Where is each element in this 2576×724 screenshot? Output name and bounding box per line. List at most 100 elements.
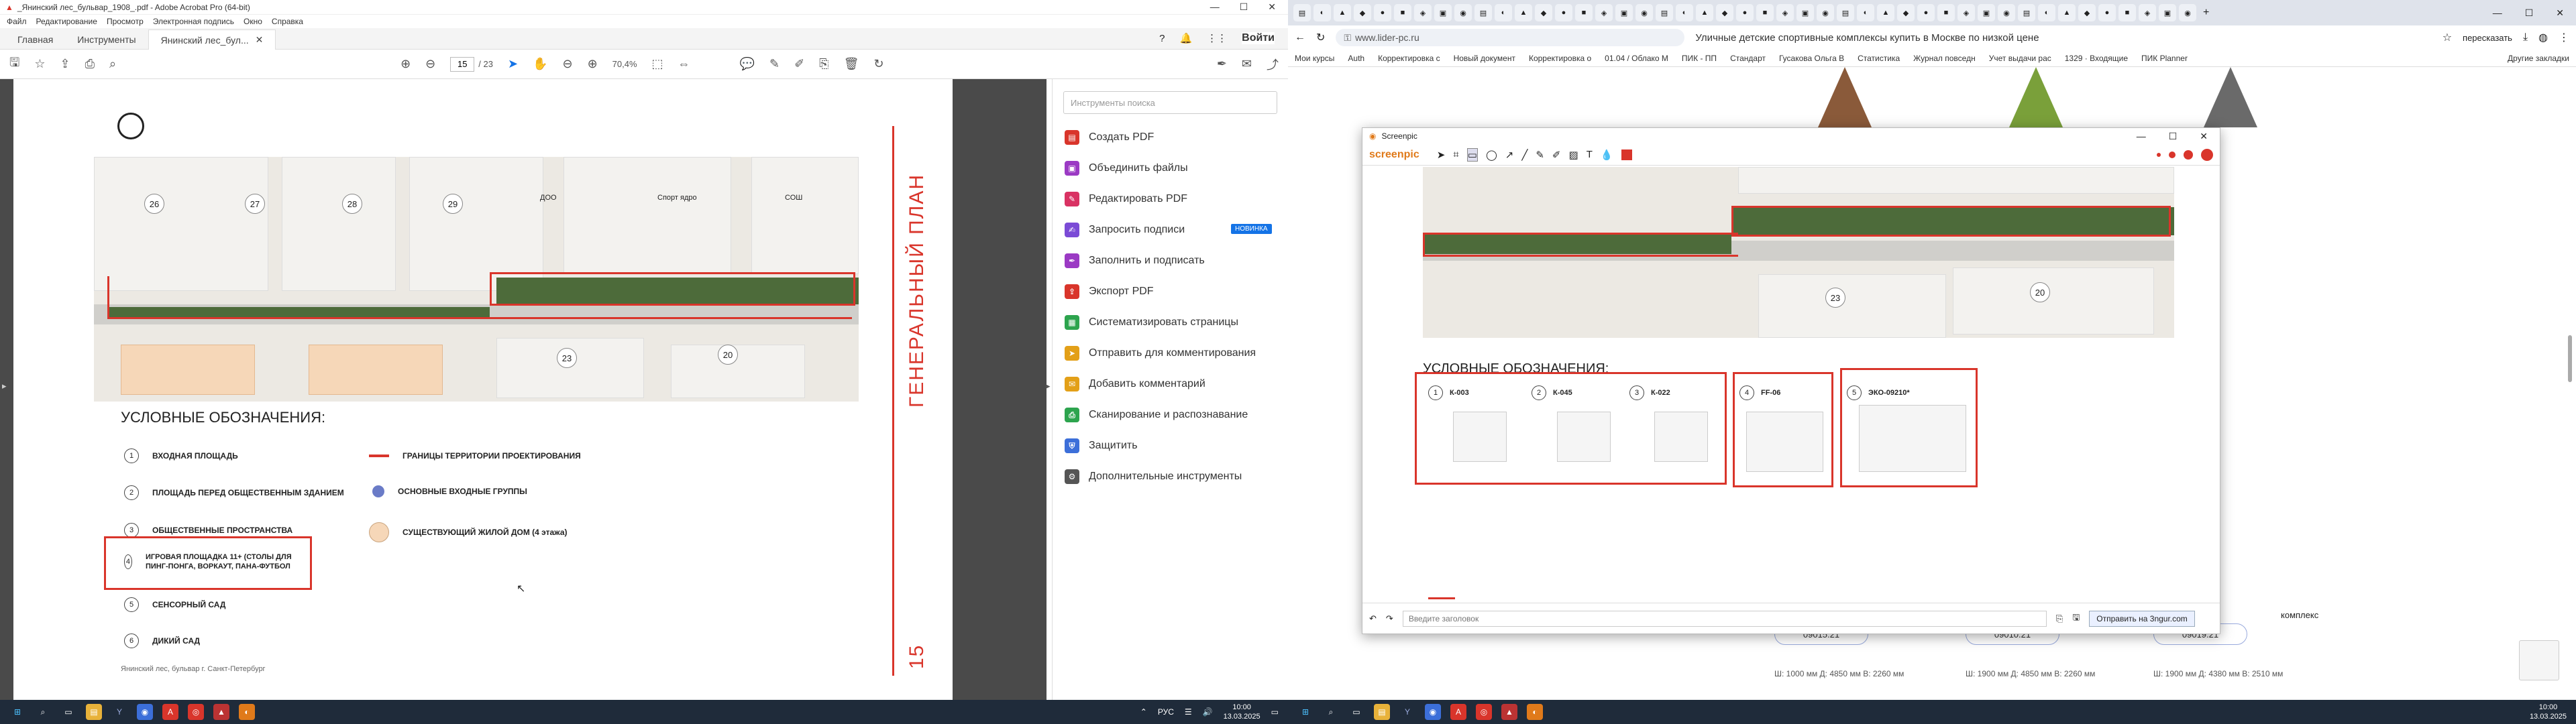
menu-help[interactable]: Справка [272, 17, 303, 26]
search-icon[interactable]: ⌕ [109, 57, 116, 71]
browser-tab[interactable]: ▤ [1293, 4, 1311, 21]
browser-tab[interactable]: ◆ [2078, 4, 2096, 21]
browser-tab[interactable]: ▲ [1334, 4, 1351, 21]
maximize-icon[interactable]: ☐ [2525, 7, 2534, 19]
size-large-icon[interactable] [2184, 149, 2193, 160]
pane-collapse-icon[interactable]: ▸ [1046, 381, 1051, 391]
translate-label[interactable]: пересказать [2463, 33, 2512, 43]
help-icon[interactable]: ? [1159, 33, 1165, 44]
text-icon[interactable]: T [1587, 149, 1593, 160]
browser-tab[interactable]: ■ [1394, 4, 1411, 21]
tool-add-comment[interactable]: ✉ Добавить комментарий [1053, 369, 1288, 400]
close-icon[interactable]: ✕ [1268, 1, 1276, 13]
highlight-icon[interactable]: ✐ [794, 57, 804, 71]
menu-window[interactable]: Окно [244, 17, 262, 26]
volume-icon[interactable]: 🔊 [1203, 707, 1213, 717]
firefox-icon[interactable]: ◐ [1527, 704, 1543, 720]
back-icon[interactable]: ← [1295, 32, 1305, 44]
zoom-level[interactable]: 70,4% [612, 59, 637, 69]
page-scrollbar[interactable] [2568, 335, 2572, 382]
collapse-left-panel-icon[interactable]: ▸ [2, 381, 7, 391]
explorer-icon[interactable]: ▤ [86, 704, 102, 720]
other-bookmarks[interactable]: Другие закладки [2508, 54, 2569, 63]
bookmark[interactable]: Корректировка с [1378, 54, 1440, 63]
scroll-mode-icon[interactable]: ⇔ [678, 57, 690, 71]
blur-icon[interactable]: ▨ [1569, 149, 1578, 161]
tab-tools[interactable]: Инструменты [65, 30, 148, 49]
browser-tab[interactable]: ▲ [1877, 4, 1894, 21]
cursor-icon[interactable]: ➤ [508, 57, 518, 71]
bookmark[interactable]: Новый документ [1454, 54, 1515, 63]
tab-document[interactable]: Янинский лес_бул... ✕ [148, 29, 276, 50]
explorer-icon[interactable]: ▤ [1374, 704, 1390, 720]
notification-icon[interactable]: ▭ [1271, 707, 1279, 717]
line-icon[interactable]: ╱ [1521, 149, 1527, 161]
clock[interactable]: 10:00 13.03.2025 [1224, 703, 1260, 721]
wifi-icon[interactable]: ☰ [1185, 707, 1192, 717]
browser-tab[interactable]: ◐ [1313, 4, 1331, 21]
bookmark[interactable]: Журнал повседн [1913, 54, 1976, 63]
tool-fill-sign[interactable]: ✒ Заполнить и подписать [1053, 245, 1288, 276]
browser-tab[interactable]: ◐ [2038, 4, 2055, 21]
copy-icon[interactable]: ⎘ [2056, 613, 2063, 624]
share-icon[interactable]: ⤴ [1267, 56, 1279, 73]
tool-export-pdf[interactable]: ⇪ Экспорт PDF [1053, 276, 1288, 307]
ellipse-icon[interactable]: ◯ [1486, 149, 1497, 161]
browser-tab[interactable]: ● [1555, 4, 1572, 21]
menu-view[interactable]: Просмотр [107, 17, 144, 26]
browser-tab[interactable]: ◐ [1676, 4, 1693, 21]
acrobat-task-icon[interactable]: A [162, 704, 178, 720]
browser-tab[interactable]: ■ [1937, 4, 1955, 21]
color-swatch[interactable] [1621, 149, 1632, 160]
browser-tab[interactable]: ◆ [1535, 4, 1552, 21]
browser-tab[interactable]: ◆ [1897, 4, 1915, 21]
pdf-icon[interactable]: ▲ [1501, 704, 1517, 720]
screenpic-task-icon[interactable]: ◉ [1425, 704, 1441, 720]
browser-tab[interactable]: ◐ [1857, 4, 1874, 21]
search-icon[interactable]: ⌕ [35, 704, 51, 720]
title-input[interactable] [1402, 610, 2047, 627]
reload-icon[interactable]: ↻ [1316, 31, 1325, 44]
mail-icon[interactable]: ✉ [1242, 57, 1252, 71]
browser-tab[interactable]: ▣ [1434, 4, 1452, 21]
pen-icon[interactable]: ✎ [769, 57, 780, 71]
browser-tab[interactable]: ◈ [1414, 4, 1432, 21]
tool-create-pdf[interactable]: ▤ Создать PDF [1053, 122, 1288, 153]
browser-tab[interactable]: ■ [1575, 4, 1593, 21]
close-icon[interactable]: ✕ [2556, 7, 2564, 19]
delete-icon[interactable]: 🗑 [844, 57, 859, 71]
bookmark[interactable]: Гусакова Ольга В [1779, 54, 1844, 63]
browser-tab[interactable]: ● [2098, 4, 2116, 21]
tool-organize-pages[interactable]: ▦ Систематизировать страницы [1053, 307, 1288, 338]
sign-icon[interactable]: ✒ [1217, 57, 1227, 71]
browser-tab[interactable]: ◆ [1354, 4, 1371, 21]
bookmark[interactable]: Стандарт [1730, 54, 1766, 63]
search-icon[interactable]: ⌕ [1323, 704, 1339, 720]
bookmark[interactable]: Учет выдачи рас [1989, 54, 2051, 63]
browser-tab[interactable]: ▣ [2159, 4, 2176, 21]
save-icon[interactable]: 🖫 [9, 54, 19, 74]
crop-icon[interactable]: ⌗ [1453, 149, 1458, 160]
tab-home[interactable]: Главная [5, 30, 65, 49]
browser-tab[interactable]: ◈ [2139, 4, 2156, 21]
pencil-icon[interactable]: ✎ [1536, 149, 1544, 161]
bookmark[interactable]: 1329 · Входящие [2065, 54, 2128, 63]
browser-tab[interactable]: ◈ [1776, 4, 1794, 21]
screenpic-canvas[interactable]: 23 20 УСЛОВНЫЕ ОБОЗНАЧЕНИЯ: 1 К-003 2 К-04… [1362, 167, 2220, 603]
menu-esign[interactable]: Электронная подпись [153, 17, 234, 26]
pdf-icon[interactable]: ▲ [213, 704, 229, 720]
bookmark-star-icon[interactable]: ☆ [2443, 31, 2452, 44]
browser-tab[interactable]: ▲ [2058, 4, 2076, 21]
browser-tab[interactable]: ▣ [1978, 4, 1995, 21]
browser-tab[interactable]: ▤ [1837, 4, 1854, 21]
apps-grid-icon[interactable]: ⋮⋮ [1207, 32, 1227, 44]
tray-arrow-icon[interactable]: ⌃ [1140, 707, 1147, 717]
login-button[interactable]: Войти [1242, 32, 1275, 44]
browser-tab[interactable]: ■ [1756, 4, 1774, 21]
print-icon[interactable]: ⎙ [85, 57, 95, 71]
browser-tab[interactable]: ▤ [1656, 4, 1673, 21]
tool-send-comment[interactable]: ➤ Отправить для комментирования [1053, 338, 1288, 369]
save-icon[interactable]: 🖫 [2072, 611, 2080, 626]
task-view-icon[interactable]: ▭ [1348, 704, 1364, 720]
browser-tab[interactable]: ▣ [1615, 4, 1633, 21]
